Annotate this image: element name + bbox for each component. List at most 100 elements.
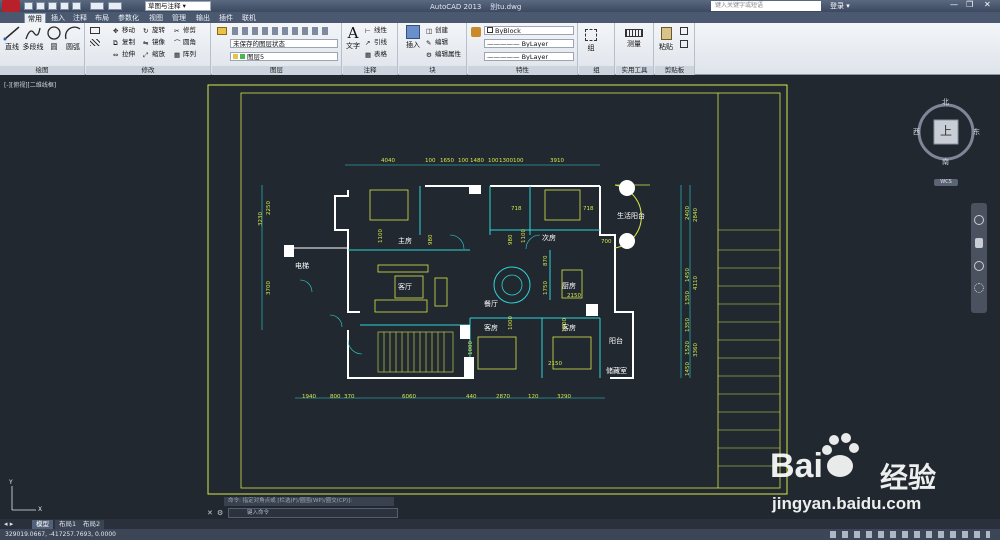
- dim-right-3: 4110: [693, 276, 699, 290]
- tab-layout1[interactable]: 布局1: [55, 520, 81, 529]
- pan-icon[interactable]: [975, 238, 983, 248]
- viewcube-north[interactable]: 北: [942, 97, 949, 107]
- dim-left-1: 2250: [266, 201, 272, 215]
- baidu-watermark: Bai 经验 jingyan.baidu.com: [770, 432, 980, 522]
- coordinate-readout: 329019.0667, -417257.7693, 0.0000: [5, 531, 116, 538]
- exterior-walls: [285, 185, 634, 379]
- furniture: [369, 189, 592, 370]
- dim-top-0: 4040: [381, 158, 395, 164]
- dim-right-6: 1520: [685, 341, 691, 355]
- tab-model[interactable]: 模型: [32, 520, 53, 529]
- svg-text:Y: Y: [8, 479, 13, 486]
- title-block-rows: [718, 229, 780, 467]
- status-bar: 329019.0667, -417257.7693, 0.0000: [0, 529, 1000, 540]
- dining-table-inner: [501, 274, 523, 296]
- sofa: [434, 277, 448, 307]
- viewcube-west[interactable]: 西: [913, 127, 920, 137]
- dim-right-8: 1450: [685, 362, 691, 376]
- dim-bottom-3: 6060: [402, 394, 416, 400]
- structural-columns: [284, 185, 598, 379]
- layout-nav-icon[interactable]: ◂ ▸: [4, 520, 13, 528]
- room-label-dining: 餐厅: [484, 299, 498, 308]
- dim-left-0: 3230: [258, 212, 264, 226]
- command-input[interactable]: 键入命令: [228, 508, 398, 518]
- dim-right-4: 1350: [685, 291, 691, 305]
- dim-right-1: 2840: [693, 208, 699, 222]
- inner-dim-2: 718: [511, 206, 522, 212]
- dim-top-2: 1650: [440, 158, 454, 164]
- room-label-second: 次房: [542, 233, 556, 242]
- inner-dim-5: 718: [583, 206, 594, 212]
- command-close-icon[interactable]: ✕: [207, 509, 213, 517]
- room-label-kitchen: 厨房: [562, 281, 576, 290]
- room-label-balcony-life: 生活阳台: [617, 211, 645, 220]
- dim-top-7: 100: [513, 158, 524, 164]
- viewcube-south[interactable]: 南: [942, 157, 949, 167]
- room-label-storage: 储藏室: [606, 366, 627, 375]
- dim-right-0: 2400: [685, 206, 691, 220]
- room-label-balcony: 阳台: [609, 336, 623, 345]
- dim-right-7: 3360: [693, 343, 699, 357]
- title-frame: [240, 92, 781, 489]
- room-label-living: 客厅: [398, 282, 412, 291]
- steering-wheel-icon[interactable]: [974, 215, 984, 225]
- master-bed: [369, 189, 409, 221]
- inner-dim-0: 1100: [378, 229, 384, 243]
- watermark-brand: Bai: [770, 447, 823, 485]
- dining-table: [493, 266, 531, 304]
- inner-dim-11: 1000: [562, 318, 568, 332]
- inner-dim-12: 2150: [548, 361, 562, 367]
- inner-dim-7: 2150: [567, 293, 581, 299]
- room-label-master: 主房: [398, 236, 412, 245]
- second-bed: [544, 189, 581, 221]
- viewcube-top[interactable]: 上: [940, 122, 952, 139]
- guest-bed-1: [477, 336, 517, 370]
- dim-top-5: 100: [488, 158, 499, 164]
- inner-dim-9: 1750: [543, 281, 549, 295]
- balcony-column-2: [619, 233, 635, 249]
- viewcube-east[interactable]: 东: [973, 127, 980, 137]
- command-history: 命令: 指定对角点或 [栏选(F)/圈围(WP)/圈交(CP)]:: [224, 497, 394, 506]
- dim-top-6: 1300: [499, 158, 513, 164]
- dim-bottom-0: 1940: [302, 394, 316, 400]
- dim-bottom-2: 370: [344, 394, 355, 400]
- balcony-column-1: [619, 180, 635, 196]
- ucs-icon: Y X: [8, 479, 42, 513]
- wcs-menu[interactable]: WCS: [934, 179, 958, 186]
- dim-bottom-5: 2870: [496, 394, 510, 400]
- zoom-icon[interactable]: [974, 261, 984, 271]
- sofa-2: [374, 299, 428, 313]
- dim-left-2: 3700: [266, 281, 272, 295]
- drawing-border: [207, 84, 788, 495]
- inner-dim-8: 1000: [508, 316, 514, 330]
- room-label-elevator: 电梯: [295, 261, 309, 270]
- tab-layout2[interactable]: 布局2: [79, 520, 105, 529]
- room-label-guest-1: 客房: [484, 323, 498, 332]
- viewcube[interactable]: 上 北 南 东 西: [909, 95, 985, 175]
- dim-top-4: 1480: [470, 158, 484, 164]
- dimension-lines: [261, 164, 691, 399]
- inner-dim-1: 980: [428, 234, 434, 245]
- svg-text:X: X: [38, 506, 42, 513]
- dim-top-8: 3910: [550, 158, 564, 164]
- inner-dim-13: 700: [601, 239, 612, 245]
- navigation-bar: [971, 203, 987, 313]
- command-settings-icon[interactable]: ⚙: [217, 509, 223, 517]
- watermark-url: jingyan.baidu.com: [772, 494, 922, 513]
- inner-dim-3: 1100: [521, 229, 527, 243]
- dim-right-5: 1350: [685, 318, 691, 332]
- orbit-icon[interactable]: [974, 283, 984, 293]
- dim-bottom-1: 800: [330, 394, 341, 400]
- watermark-brand-cn: 经验: [880, 461, 937, 494]
- tv-cabinet: [377, 264, 429, 273]
- dim-bottom-4: 440: [466, 394, 477, 400]
- dim-right-2: 1450: [685, 268, 691, 282]
- dim-top-3: 100: [458, 158, 469, 164]
- inner-dim-10: 1000: [468, 341, 474, 355]
- inner-dim-6: 870: [543, 255, 549, 266]
- status-toggles[interactable]: [830, 531, 990, 538]
- dim-top-1: 100: [425, 158, 436, 164]
- stairs: [377, 331, 454, 373]
- dim-bottom-6: 120: [528, 394, 539, 400]
- dim-bottom-7: 3290: [557, 394, 571, 400]
